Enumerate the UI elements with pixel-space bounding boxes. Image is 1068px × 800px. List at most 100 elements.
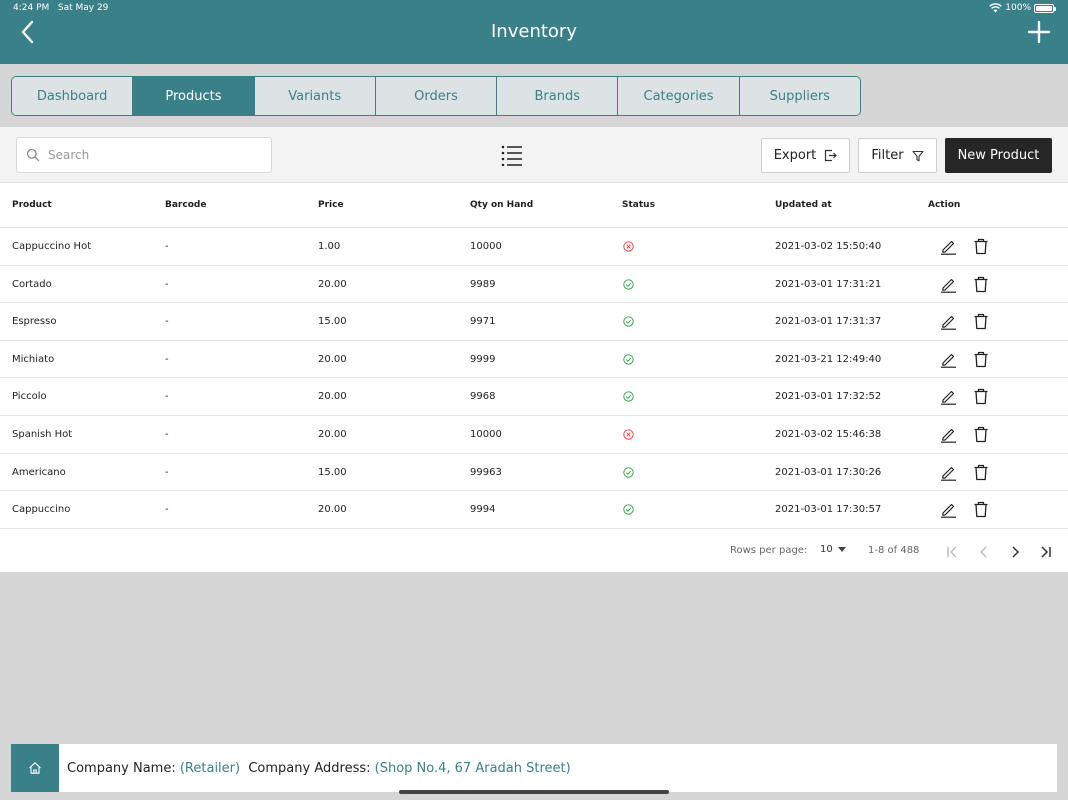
edit-icon[interactable] (940, 238, 957, 255)
list-icon (501, 145, 522, 167)
cell-updated: 2021-03-01 17:30:57 (775, 504, 882, 516)
trash-icon[interactable] (973, 388, 989, 405)
rows-per-page-label: Rows per page: (730, 545, 808, 556)
previous-page-button[interactable] (977, 544, 991, 558)
app-header: 4:24 PM Sat May 29 100% Inventory (0, 0, 1068, 64)
cell-barcode: - (165, 466, 169, 478)
trash-icon[interactable] (973, 276, 989, 293)
trash-icon[interactable] (973, 238, 989, 255)
edit-icon[interactable] (940, 501, 957, 518)
edit-icon[interactable] (940, 351, 957, 368)
table-row[interactable]: Piccolo - 20.00 9968 2021-03-01 17:32:52 (0, 378, 1068, 416)
cell-product: Piccolo (12, 391, 47, 403)
edit-icon[interactable] (940, 464, 957, 481)
cell-product: Cappuccino (12, 504, 71, 516)
cell-updated: 2021-03-01 17:31:21 (775, 278, 882, 290)
status-bar-right: 100% (989, 3, 1056, 13)
cell-price: 20.00 (318, 278, 347, 290)
tab-brands[interactable]: Brands (497, 77, 619, 115)
cell-price: 20.00 (318, 391, 347, 403)
section-tabs: Dashboard Products Variants Orders Brand… (11, 76, 861, 116)
cell-qty: 9999 (470, 353, 496, 365)
edit-icon[interactable] (940, 388, 957, 406)
edit-icon[interactable] (940, 426, 957, 443)
cell-product: Espresso (12, 316, 57, 328)
plus-icon (1027, 20, 1051, 44)
table-row[interactable]: Espresso - 15.00 9971 2021-03-01 17:31:37 (0, 303, 1068, 341)
trash-icon[interactable] (973, 351, 989, 368)
table-row[interactable]: Americano - 15.00 99963 2021-03-01 17:30:26 (0, 454, 1068, 492)
cell-updated: 2021-03-02 15:46:38 (775, 428, 882, 440)
cell-product: Michiato (12, 353, 55, 365)
products-panel: Export Filter New Product Product Barcod… (0, 127, 1068, 572)
status-time: 4:24 PM (13, 3, 50, 13)
filter-icon (912, 150, 924, 161)
column-updated-at[interactable]: Updated at (775, 200, 832, 210)
toolbar: Export Filter New Product (0, 127, 1068, 183)
column-product[interactable]: Product (12, 200, 52, 210)
chevron-left-icon (980, 546, 987, 558)
filter-label: Filter (871, 148, 904, 163)
rows-per-page-select[interactable]: 10 (820, 544, 846, 555)
export-button[interactable]: Export (761, 138, 850, 173)
first-page-icon (947, 546, 957, 558)
cell-qty: 9989 (470, 278, 496, 290)
check-circle-icon (623, 278, 634, 290)
cell-price: 20.00 (318, 353, 347, 365)
last-page-button[interactable] (1039, 544, 1053, 558)
cell-barcode: - (165, 278, 169, 290)
tab-products[interactable]: Products (133, 77, 255, 115)
column-qty-on-hand[interactable]: Qty on Hand (470, 200, 533, 210)
company-info: Company Name: (Retailer) Company Address… (67, 761, 571, 776)
edit-icon[interactable] (940, 276, 957, 293)
export-label: Export (773, 148, 817, 163)
trash-icon[interactable] (973, 464, 989, 481)
trash-icon[interactable] (973, 426, 989, 443)
x-circle-icon (623, 241, 634, 252)
table-row[interactable]: Spanish Hot - 20.00 10000 2021-03-02 15:46:3… (0, 416, 1068, 454)
trash-icon[interactable] (973, 501, 989, 518)
cell-updated: 2021-03-21 12:49:40 (775, 353, 882, 365)
cell-updated: 2021-03-01 17:30:26 (775, 466, 882, 478)
add-button[interactable] (1026, 19, 1052, 45)
column-status[interactable]: Status (622, 200, 655, 210)
cell-price: 15.00 (318, 316, 347, 328)
check-circle-icon (623, 504, 634, 515)
filter-button[interactable]: Filter (858, 138, 937, 173)
status-bar-time: 4:24 PM Sat May 29 (13, 3, 108, 13)
cell-barcode: - (165, 428, 169, 440)
tab-suppliers[interactable]: Suppliers (740, 77, 860, 115)
list-view-toggle[interactable] (500, 144, 524, 167)
wifi-icon (989, 3, 1003, 13)
tab-variants[interactable]: Variants (255, 77, 376, 115)
tab-categories[interactable]: Categories (618, 77, 740, 115)
column-barcode[interactable]: Barcode (165, 200, 206, 210)
table-row[interactable]: Cappuccino - 20.00 9994 2021-03-01 17:30:57 (0, 491, 1068, 529)
first-page-button[interactable] (945, 544, 959, 558)
check-circle-icon (623, 354, 634, 365)
next-page-button[interactable] (1008, 544, 1022, 558)
home-button[interactable] (11, 744, 59, 792)
search-icon (26, 148, 40, 162)
company-name-label: Company Name: (67, 760, 176, 776)
table-body: Cappuccino Hot - 1.00 10000 2021-03-02 15:50… (0, 228, 1068, 529)
cell-qty: 9971 (470, 316, 496, 328)
tab-orders[interactable]: Orders (376, 77, 498, 115)
trash-icon[interactable] (973, 313, 989, 330)
cell-updated: 2021-03-02 15:50:40 (775, 241, 882, 252)
cell-barcode: - (165, 241, 169, 252)
new-product-button[interactable]: New Product (945, 138, 1052, 173)
last-page-icon (1041, 546, 1051, 558)
search-box (16, 137, 272, 173)
cell-price: 20.00 (318, 504, 347, 516)
column-price[interactable]: Price (318, 200, 344, 210)
table-row[interactable]: Michiato - 20.00 9999 2021-03-21 12:49:40 (0, 341, 1068, 379)
search-input[interactable] (48, 148, 248, 162)
table-row[interactable]: Cappuccino Hot - 1.00 10000 2021-03-02 15:50… (0, 228, 1068, 266)
check-circle-icon (623, 391, 634, 403)
cell-barcode: - (165, 316, 169, 328)
tab-dashboard[interactable]: Dashboard (12, 77, 134, 115)
table-row[interactable]: Cortado - 20.00 9989 2021-03-01 17:31:21 (0, 266, 1068, 304)
battery-percent: 100% (1005, 3, 1031, 13)
edit-icon[interactable] (940, 313, 957, 330)
